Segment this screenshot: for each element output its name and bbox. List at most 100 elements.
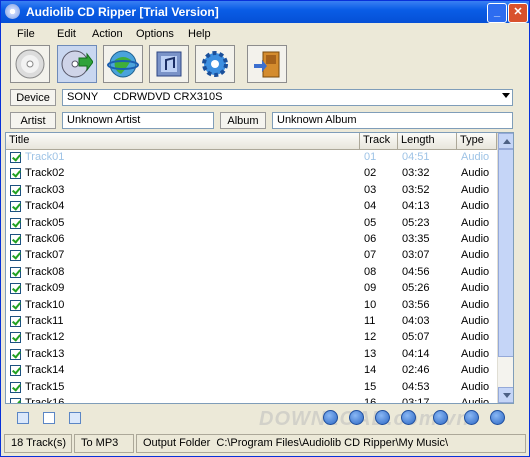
track-type: Audio <box>461 298 490 311</box>
vertical-scrollbar[interactable] <box>497 133 513 403</box>
track-type: Audio <box>461 249 490 262</box>
status-output-folder[interactable]: Output Folder C:\Program Files\Audiolib … <box>136 434 526 453</box>
table-row[interactable]: Track15 15 04:53 Audio <box>6 380 496 396</box>
scroll-up-button[interactable] <box>498 133 513 149</box>
track-checkbox[interactable] <box>10 299 21 311</box>
table-row[interactable]: Track08 08 04:56 Audio <box>6 265 496 281</box>
previous-icon[interactable] <box>349 410 364 425</box>
close-button[interactable]: ✕ <box>508 3 528 23</box>
scroll-thumb[interactable] <box>498 149 513 357</box>
track-title: Track03 <box>25 183 65 196</box>
track-checkbox[interactable] <box>10 217 21 229</box>
pause-icon[interactable] <box>401 410 416 425</box>
track-type: Audio <box>461 282 490 295</box>
stop-icon[interactable] <box>433 410 448 425</box>
track-number: 04 <box>364 200 377 213</box>
track-length: 04:51 <box>402 151 430 163</box>
rip-button[interactable] <box>57 45 97 83</box>
track-type: Audio <box>461 397 490 404</box>
track-length: 03:32 <box>402 167 430 180</box>
track-length: 05:26 <box>402 282 430 295</box>
cd-icon <box>15 49 45 79</box>
status-format[interactable]: To MP3 <box>74 434 134 453</box>
exit-button[interactable] <box>247 45 287 83</box>
track-checkbox[interactable] <box>10 234 21 245</box>
track-checkbox[interactable] <box>10 184 21 196</box>
track-length: 02:46 <box>402 364 430 377</box>
device-select[interactable]: SONY CDRWDVD CRX310S <box>62 89 513 106</box>
track-title: Track04 <box>25 200 65 213</box>
last-icon[interactable] <box>490 410 505 425</box>
settings-button[interactable] <box>195 45 235 83</box>
menu-help[interactable]: Help <box>188 28 211 40</box>
app-cd-icon <box>5 4 20 19</box>
first-icon[interactable] <box>323 410 338 425</box>
chevron-down-icon[interactable] <box>502 93 510 98</box>
track-number: 14 <box>364 364 377 377</box>
invert-selection-icon[interactable] <box>69 412 81 424</box>
track-checkbox[interactable] <box>10 381 21 393</box>
uncheck-all-icon[interactable] <box>43 412 55 424</box>
track-type: Audio <box>461 200 490 213</box>
table-row[interactable]: Track05 05 05:23 Audio <box>6 216 496 232</box>
track-number: 06 <box>364 233 377 245</box>
table-row[interactable]: Track01 01 04:51 Audio <box>6 150 496 166</box>
toolbar <box>1 45 529 87</box>
next-icon[interactable] <box>464 410 479 425</box>
album-field[interactable]: Unknown Album <box>272 112 513 129</box>
online-cd-button[interactable] <box>103 45 143 83</box>
menu-file[interactable]: File <box>17 28 35 40</box>
track-checkbox[interactable] <box>10 201 21 213</box>
track-checkbox[interactable] <box>10 266 21 278</box>
track-type: Audio <box>461 347 490 360</box>
exit-door-icon <box>254 51 280 78</box>
track-number: 02 <box>364 167 377 180</box>
track-title: Track11 <box>25 315 64 327</box>
track-checkbox[interactable] <box>10 250 21 262</box>
play-icon[interactable] <box>375 410 390 425</box>
track-checkbox[interactable] <box>10 168 21 180</box>
track-checkbox[interactable] <box>10 152 21 163</box>
table-row[interactable]: Track14 14 02:46 Audio <box>6 363 496 379</box>
menu-options[interactable]: Options <box>136 28 174 40</box>
table-row[interactable]: Track03 03 03:52 Audio <box>6 183 496 199</box>
table-row[interactable]: Track04 04 04:13 Audio <box>6 199 496 215</box>
header-length[interactable]: Length <box>398 133 457 149</box>
track-type: Audio <box>461 167 490 180</box>
track-number: 12 <box>364 331 377 344</box>
table-row[interactable]: Track07 07 03:07 Audio <box>6 248 496 264</box>
track-type: Audio <box>461 265 490 278</box>
header-track[interactable]: Track <box>360 133 398 149</box>
tag-editor-button[interactable] <box>149 45 189 83</box>
cd-button[interactable] <box>10 45 50 83</box>
artist-field[interactable]: Unknown Artist <box>62 112 214 129</box>
table-row[interactable]: Track10 10 03:56 Audio <box>6 298 496 314</box>
menu-edit[interactable]: Edit <box>57 28 76 40</box>
track-title: Track10 <box>25 298 65 311</box>
menu-action[interactable]: Action <box>92 28 123 40</box>
track-checkbox[interactable] <box>10 365 21 377</box>
table-row[interactable]: Track16 16 03:17 Audio <box>6 396 496 404</box>
track-number: 08 <box>364 265 377 278</box>
track-checkbox[interactable] <box>10 316 21 327</box>
table-row[interactable]: Track06 06 03:35 Audio <box>6 232 496 248</box>
table-row[interactable]: Track09 09 05:26 Audio <box>6 281 496 297</box>
scroll-down-button[interactable] <box>498 387 513 403</box>
table-row[interactable]: Track12 12 05:07 Audio <box>6 330 496 346</box>
check-all-icon[interactable] <box>17 412 29 424</box>
track-length: 03:52 <box>402 183 430 196</box>
table-header: Title Track Length Type <box>6 133 513 150</box>
table-row[interactable]: Track02 02 03:32 Audio <box>6 166 496 182</box>
track-checkbox[interactable] <box>10 283 21 295</box>
header-title[interactable]: Title <box>6 133 360 149</box>
track-number: 13 <box>364 347 377 360</box>
table-row[interactable]: Track13 13 04:14 Audio <box>6 347 496 363</box>
minimize-button[interactable]: _ <box>487 3 507 23</box>
header-type[interactable]: Type <box>457 133 497 149</box>
device-value: SONY CDRWDVD CRX310S <box>67 91 223 103</box>
track-checkbox[interactable] <box>10 348 21 360</box>
track-checkbox[interactable] <box>10 332 21 344</box>
title-bar[interactable]: Audiolib CD Ripper [Trial Version] _ ✕ <box>1 1 529 23</box>
track-length: 04:03 <box>402 315 430 327</box>
table-row[interactable]: Track11 11 04:03 Audio <box>6 314 496 330</box>
